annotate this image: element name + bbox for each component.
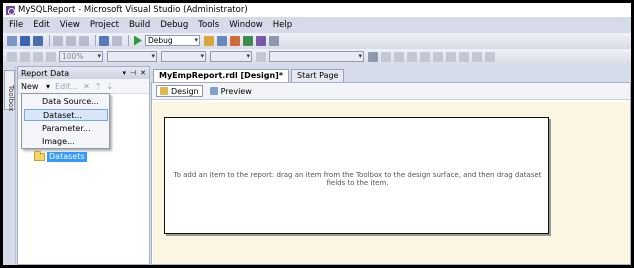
menu-project[interactable]: Project [90,20,119,30]
grid-icon[interactable] [46,51,56,62]
report-body[interactable]: To add an item to the report: drag an it… [164,117,549,234]
menu-debug[interactable]: Debug [160,20,188,30]
toolbar-separator [49,35,50,46]
align-center-icon[interactable] [20,51,30,62]
new-label: New [21,81,39,91]
menu-edit[interactable]: Edit [33,20,49,30]
toolbar-separator [95,35,96,46]
border-icon[interactable] [256,51,266,62]
toolbar-options-icon[interactable] [368,51,378,62]
delete-icon[interactable]: ✕ [83,82,90,91]
align-right-icon[interactable] [33,51,43,62]
report-data-header: Report Data ▾ ⊣ ✕ [18,67,149,79]
properties-icon[interactable] [217,35,227,46]
window-title: MySQLReport - Microsoft Visual Studio (A… [18,5,248,15]
make-same-width-icon[interactable] [459,51,469,62]
menu-bar: File Edit View Project Build Debug Tools… [3,18,631,32]
undo-icon[interactable] [99,35,109,46]
tree-item-label: Datasets [47,152,87,162]
tab-start-page[interactable]: Start Page [291,69,345,82]
design-surface[interactable]: To add an item to the report: drag an it… [153,102,630,264]
layout-align-center-icon[interactable] [394,51,404,62]
tab-myempreport-design[interactable]: MyEmpReport.rdl [Design]* [153,69,290,82]
new-project-icon[interactable] [7,35,17,46]
empty-report-hint: To add an item to the report: drag an it… [173,171,542,187]
align-left-icon[interactable] [7,51,17,62]
paste-icon[interactable] [79,35,89,46]
object-browser-icon[interactable] [243,35,253,46]
toolbox-icon[interactable] [230,35,240,46]
move-up-icon[interactable]: ⇡ [95,82,102,91]
design-icon [160,87,168,95]
solution-config-select[interactable]: Debug [145,35,200,46]
layout-align-top-icon[interactable] [420,51,430,62]
tab-design-label: Design [171,86,199,96]
tab-preview-label: Preview [220,86,252,96]
tree-item-datasets[interactable]: Datasets [34,151,87,162]
command-window-icon[interactable] [256,35,266,46]
menu-help[interactable]: Help [273,20,292,30]
menu-view[interactable]: View [60,20,80,30]
title-bar: MySQLReport - Microsoft Visual Studio (A… [3,3,631,17]
new-dropdown-menu: Data Source... Dataset... Parameter... I… [21,93,110,149]
move-down-icon[interactable]: ⇣ [107,82,114,91]
menu-file[interactable]: File [9,20,23,30]
folder-icon [34,151,45,161]
redo-icon[interactable] [112,35,122,46]
make-same-height-icon[interactable] [472,51,482,62]
new-dropdown-button[interactable]: New ▾ [21,82,50,91]
save-icon[interactable] [20,35,30,46]
report-data-toolbar: New ▾ Edit... ✕ ⇡ ⇣ [18,79,149,94]
tab-preview[interactable]: Preview [207,85,255,97]
menu-build[interactable]: Build [129,20,150,30]
save-all-icon[interactable] [33,35,43,46]
menu-item-dataset[interactable]: Dataset... [24,109,108,121]
toolbar-separator [128,35,129,46]
layout-align-bottom-icon[interactable] [446,51,456,62]
tab-design[interactable]: Design [156,85,203,97]
font-size-select[interactable] [210,51,252,62]
layout-align-right-icon[interactable] [407,51,417,62]
find-icon[interactable] [204,35,214,46]
style-select[interactable] [107,51,157,62]
cut-icon[interactable] [53,35,63,46]
preview-icon [209,87,218,95]
toolbar-options-icon[interactable] [269,35,279,46]
menu-tools[interactable]: Tools [198,20,219,30]
layout-align-middle-icon[interactable] [433,51,443,62]
menu-window[interactable]: Window [229,20,263,30]
dropdown-icon[interactable]: ▾ [123,69,127,77]
menu-item-data-source[interactable]: Data Source... [24,96,108,108]
start-debugging-icon[interactable] [134,35,142,46]
copy-icon[interactable] [66,35,76,46]
toolbox-tab[interactable]: Toolbox [4,70,15,112]
toolbox-strip: Toolbox [3,66,16,265]
panel-controls: ▾ ⊣ ✕ [123,69,150,77]
report-editor: Design Preview To add an item to the rep… [151,82,631,265]
standard-toolbar: Debug [3,33,631,48]
report-data-title: Report Data [21,68,70,78]
menu-item-image[interactable]: Image... [24,136,108,148]
layout-align-left-icon[interactable] [381,51,391,62]
design-preview-tabs: Design Preview [152,83,630,100]
border-width-select[interactable] [269,51,364,62]
font-select[interactable] [161,51,206,62]
report-formatting-toolbar: 100% [3,49,631,64]
menu-item-parameter[interactable]: Parameter... [24,123,108,135]
edit-button[interactable]: Edit... [55,82,78,91]
zoom-select[interactable]: 100% [59,51,103,62]
pin-icon[interactable]: ⊣ [130,69,136,77]
vs-window: MySQLReport - Microsoft Visual Studio (A… [3,3,631,265]
visual-studio-icon [6,5,15,15]
close-icon[interactable]: ✕ [140,69,146,77]
make-same-size-icon[interactable] [485,51,495,62]
document-tabs: MyEmpReport.rdl [Design]* Start Page [153,69,346,82]
toolbox-tab-label: Toolbox [7,85,15,112]
